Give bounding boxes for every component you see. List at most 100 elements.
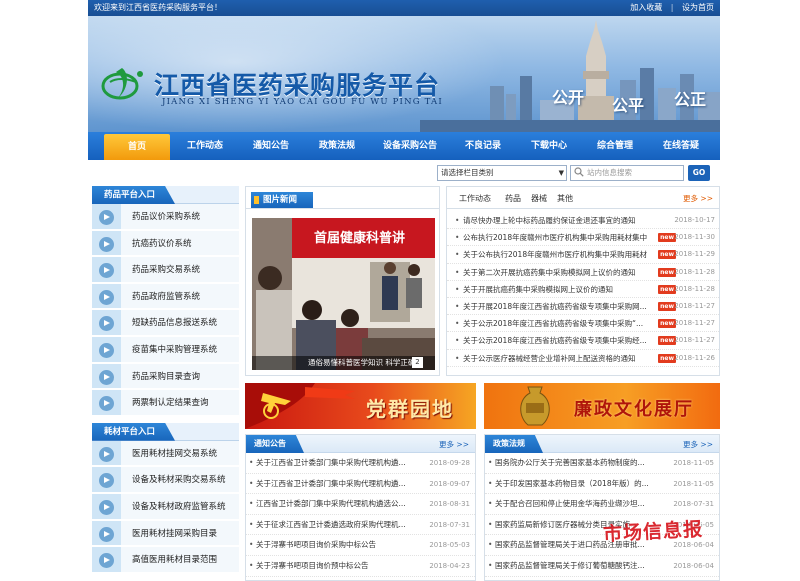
tab-work-news[interactable]: 工作动态 xyxy=(459,193,491,204)
arrow-right-icon xyxy=(99,446,114,462)
news-item[interactable]: 请尽快办理上轮中标药品履约保证金退还事宜的通知 2018-10-17 xyxy=(447,212,719,230)
list-item[interactable]: 关于浔寨书吧项目询价采购中标公告 2018-05-03 xyxy=(246,535,475,556)
list-item-title: 关于征求江西省卫计委遴选政府采购代理机... xyxy=(256,519,406,529)
list-item[interactable]: 关于征求江西省卫计委遴选政府采购代理机... 2018-07-31 xyxy=(246,515,475,536)
photo-news-panel: 图片新闻 首届健康科普讲 通俗易懂科普医学知识 科学正确使 2 xyxy=(245,186,440,376)
photo-news-image[interactable]: 首届健康科普讲 通俗易懂科普医学知识 科学正确使 2 xyxy=(252,218,435,370)
sidebar-item-label: 短缺药品信息报送系统 xyxy=(132,318,218,329)
list-item[interactable]: 国家药品监督管理局关于修订葡萄糖酸钙注... 2018-06-04 xyxy=(485,556,719,577)
page: 欢迎来到江西省医药采购服务平台！ 加入收藏 | 设为首页 江西省医药采购服务平台… xyxy=(88,0,720,581)
list-item-date: 2018-04-23 xyxy=(429,561,470,570)
news-item-title: 关于开展抗癌药集中采购模拟网上议价的通知 xyxy=(463,284,613,294)
list-item[interactable]: 国家药品监督管理局关于同托伐他汀钙片等... 2018-05-25 xyxy=(485,577,719,580)
sidebar-item[interactable]: 短缺药品信息报送系统 xyxy=(92,310,239,337)
arrow-right-icon xyxy=(99,499,114,515)
news-item-date: 2018-11-28 xyxy=(674,284,715,293)
arrow-right-icon xyxy=(99,369,114,385)
nav-home[interactable]: 首页 xyxy=(104,134,170,160)
news-item-title: 关于公示医疗器械经营企业增补网上配送资格的通知 xyxy=(463,353,636,363)
tab-drugs[interactable]: 药品 xyxy=(505,193,521,204)
news-item[interactable]: 关于开展抗癌药集中采购模拟网上议价的通知 new2018-11-28 xyxy=(447,281,719,298)
list-item-title: 关于配合召回和停止使用金华海药业缬沙坦... xyxy=(495,499,645,509)
news-item[interactable]: 关于第二次开展抗癌药集中采购模拟网上议价的通知 new2018-11-28 xyxy=(447,264,719,281)
integrity-culture-banner[interactable]: 廉政文化展厅 xyxy=(484,383,720,429)
top-links: 加入收藏 | 设为首页 xyxy=(624,0,714,16)
tab-devices[interactable]: 器械 xyxy=(531,193,547,204)
set-homepage-link[interactable]: 设为首页 xyxy=(682,3,714,12)
photo-news-title: 图片新闻 xyxy=(251,192,314,208)
list-item[interactable]: 江西省卫计委部门集中采购代理机构遴选公... 2018-08-31 xyxy=(246,494,475,515)
arrow-right-icon xyxy=(99,342,114,358)
sidebar-item[interactable]: 医用耗材挂网采购目录 xyxy=(92,520,239,548)
header-banner: 江西省医药采购服务平台 JIANG XI SHENG YI YAO CAI GO… xyxy=(88,16,720,132)
nav-management[interactable]: 综合管理 xyxy=(582,132,648,160)
list-item-title: 江西省卫计委部门集中采购代理机构遴选公... xyxy=(256,499,406,509)
policies-header: 政策法规 更多 >> xyxy=(485,435,719,453)
list-item[interactable]: 关于江西省卫计委部门集中采购代理机构遴... 2018-09-07 xyxy=(246,474,475,495)
sidebar-item[interactable]: 高值医用耗材目录范围 xyxy=(92,547,239,574)
new-badge: new xyxy=(658,319,676,329)
add-favorite-link[interactable]: 加入收藏 xyxy=(630,3,662,12)
list-item-title: 国家药品监督管理局关于同托伐他汀钙片等... xyxy=(495,577,645,580)
news-item-title: 关于公示2018年度江西省抗癌药省级专项集中采购“... xyxy=(463,319,644,329)
list-item[interactable]: 江西省医药采购服务中心工会浔寨书吧项目... 2018-04-13 xyxy=(246,577,475,580)
sidebar-item[interactable]: 药品采购交易系统 xyxy=(92,257,239,284)
sidebar-item[interactable]: 设备及耗材采购交易系统 xyxy=(92,467,239,494)
go-button[interactable]: GO xyxy=(688,165,710,181)
nav-policies[interactable]: 政策法规 xyxy=(304,132,370,160)
list-item[interactable]: 关于配合召回和停止使用金华海药业缬沙坦... 2018-07-31 xyxy=(485,494,719,515)
category-select-value: 请选择栏目类别 xyxy=(441,168,494,177)
news-item[interactable]: 关于公布执行2018年度赣州市医疗机构集中采购用耗材 new2018-11-29 xyxy=(447,246,719,264)
link-separator: | xyxy=(670,3,674,12)
photo-caption: 通俗易懂科普医学知识 科学正确使 2 xyxy=(252,356,435,370)
news-item[interactable]: 关于公示医疗器械经营企业增补网上配送资格的通知 new2018-11-26 xyxy=(447,350,719,367)
news-item[interactable]: 关于公示2018年度江西省抗癌药省级专项集中采购经... new2018-11-2… xyxy=(447,332,719,350)
newspaper-watermark: 市场信息报 xyxy=(602,518,704,546)
nav-online-qa[interactable]: 在线答疑 xyxy=(648,132,714,160)
nav-downloads[interactable]: 下载中心 xyxy=(516,132,582,160)
city-skyline-image xyxy=(420,20,720,132)
nav-bad-records[interactable]: 不良记录 xyxy=(450,132,516,160)
news-item[interactable]: 关于公示2018年度江西省抗癌药省级专项集中采购“... new2018-11-2… xyxy=(447,315,719,333)
sidebar-item[interactable]: 药品议价采购系统 xyxy=(92,204,239,231)
new-badge: new xyxy=(658,353,676,363)
party-garden-banner[interactable]: 党群园地 xyxy=(245,383,476,429)
news-item[interactable]: 关于开展2018年度江西省抗癌药省级专项集中采购网... new2018-11-2… xyxy=(447,298,719,316)
integrity-culture-text: 廉政文化展厅 xyxy=(574,399,694,420)
list-item-title: 关于印发国家基本药物目录（2018年版）的... xyxy=(495,478,649,488)
list-item[interactable]: 关于浔寨书吧项目询价预中标公告 2018-04-23 xyxy=(246,556,475,577)
news-item[interactable]: 公布执行2018年度赣州市医疗机构集中采购用耗材集中 new2018-11-30 xyxy=(447,229,719,247)
news-more-link[interactable]: 更多 >> xyxy=(683,193,713,204)
list-item[interactable]: 国务院办公厅关于完善国家基本药物制度的... 2018-11-05 xyxy=(485,453,719,474)
slide-index[interactable]: 2 xyxy=(412,357,423,368)
news-item-title: 关于公示2018年度江西省抗癌药省级专项集中采购经... xyxy=(463,336,647,346)
search-input[interactable]: 站内信息搜索 xyxy=(570,165,684,181)
notices-more-link[interactable]: 更多 >> xyxy=(439,439,469,450)
policies-more-link[interactable]: 更多 >> xyxy=(683,439,713,450)
sidebar-item[interactable]: 设备及耗材政府监管系统 xyxy=(92,493,239,521)
list-item-title: 关于江西省卫计委部门集中采购代理机构遴... xyxy=(256,458,406,467)
sidebar-item[interactable]: 药品采购目录查询 xyxy=(92,363,239,391)
nav-notices[interactable]: 通知公告 xyxy=(238,132,304,160)
policies-panel: 政策法规 更多 >> 国务院办公厅关于完善国家基本药物制度的... 2018-11… xyxy=(484,434,720,581)
drug-platform-menu: 药品议价采购系统 抗癌药议价系统药品采购交易系统药品政府监管系统短缺药品信息报送系… xyxy=(92,204,239,417)
list-item-date: 2018-06-04 xyxy=(673,561,714,570)
category-select[interactable]: 请选择栏目类别 ▼ xyxy=(437,165,567,181)
sidebar-item[interactable]: 疫苗集中采购管理系统 xyxy=(92,336,239,364)
notices-title: 通知公告 xyxy=(246,435,304,453)
sidebar-item[interactable]: 两票制认定结果查询 xyxy=(92,390,239,417)
sidebar-item[interactable]: 药品政府监管系统 xyxy=(92,283,239,311)
sidebar-item[interactable]: 抗癌药议价系统 xyxy=(92,230,239,258)
list-item[interactable]: 关于印发国家基本药物目录（2018年版）的... 2018-11-05 xyxy=(485,474,719,495)
arrow-right-icon xyxy=(99,289,114,305)
list-item-date: 2018-09-07 xyxy=(429,479,470,488)
list-item[interactable]: 关于江西省卫计委部门集中采购代理机构遴... 2018-09-28 xyxy=(246,453,475,474)
sidebar-item[interactable]: 医用耗材挂网交易系统 xyxy=(92,440,239,468)
news-tabs: 工作动态 药品 器械 其他 更多 >> xyxy=(447,187,719,209)
tab-other[interactable]: 其他 xyxy=(557,193,573,204)
list-item-title: 国家药品监督管理局关于修订葡萄糖酸钙注... xyxy=(495,560,645,570)
nav-equipment-procurement[interactable]: 设备采购公告 xyxy=(370,132,450,160)
sidebar-item-label: 药品采购交易系统 xyxy=(132,265,201,276)
nav-work-news[interactable]: 工作动态 xyxy=(172,132,238,160)
arrow-right-icon xyxy=(99,396,114,412)
